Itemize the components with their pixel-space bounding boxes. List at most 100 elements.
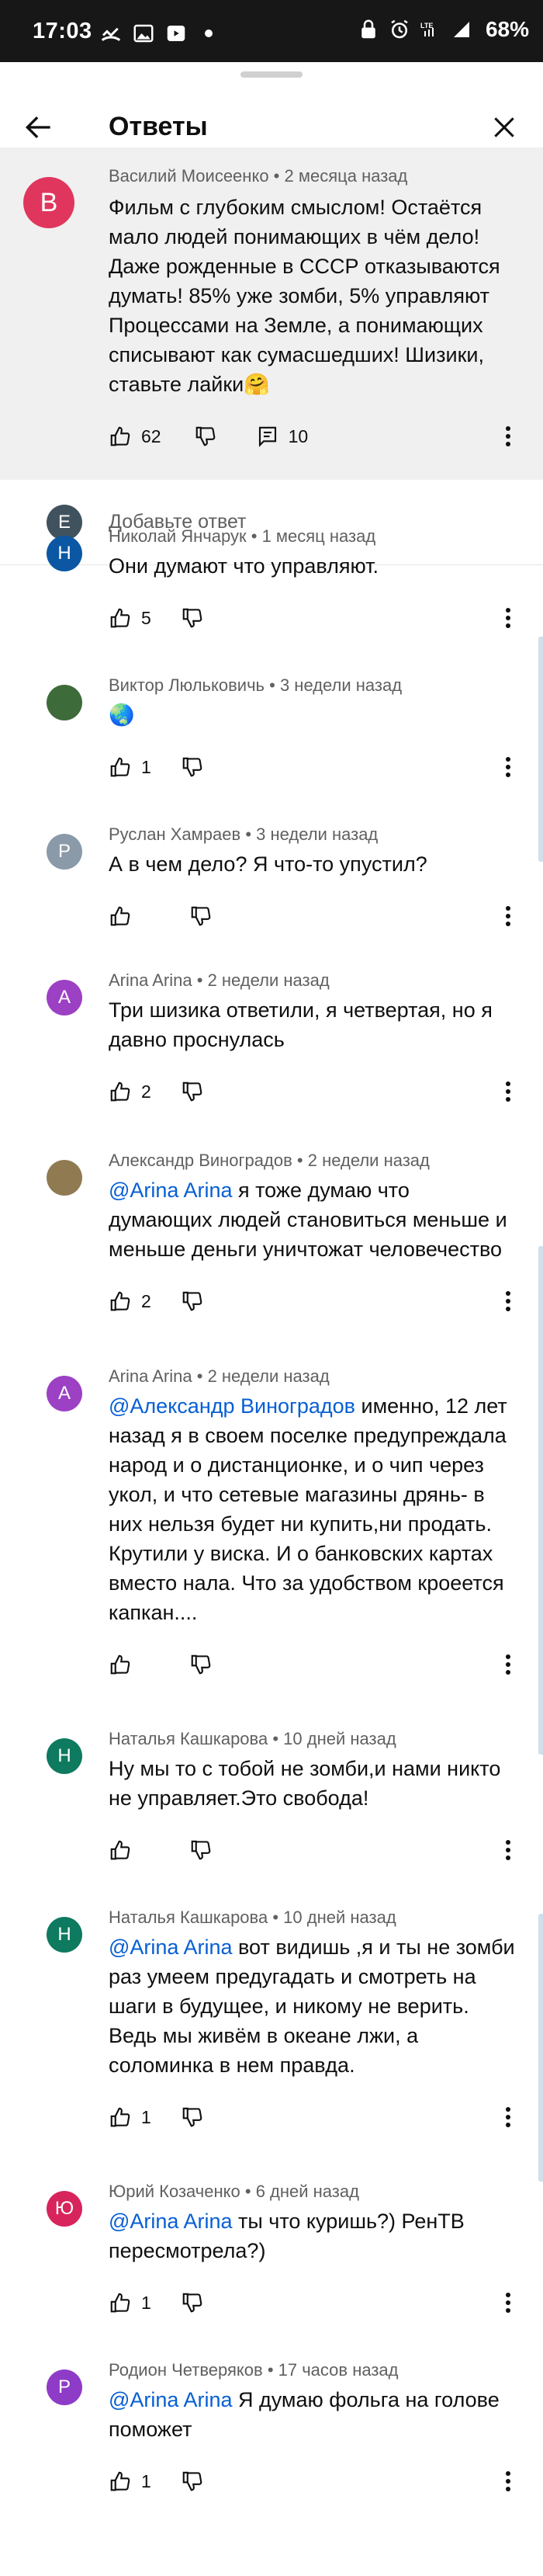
comment-body: А в чем дело? Я что-то упустил? bbox=[109, 852, 427, 876]
comment-author[interactable]: Юрий Козаченко bbox=[109, 2182, 240, 2201]
avatar[interactable]: Н bbox=[47, 1917, 82, 1953]
mention-link[interactable]: @Arina Arina bbox=[109, 1935, 232, 1959]
comment-meta: Arina Arina • 2 недели назад bbox=[109, 970, 330, 990]
status-bar: 17:03 LTE 68% bbox=[0, 0, 543, 62]
dislike-button[interactable] bbox=[181, 2470, 204, 2493]
like-button[interactable] bbox=[109, 904, 141, 928]
more-options-button[interactable] bbox=[496, 2466, 520, 2497]
comment-meta: Наталья Кашкарова • 10 дней назад bbox=[109, 1908, 396, 1927]
mention-link[interactable]: @Arina Arina bbox=[109, 2210, 232, 2233]
mention-link[interactable]: @Arina Arina bbox=[109, 1179, 232, 1202]
comment-author[interactable]: Родион Четверяков bbox=[109, 2360, 263, 2380]
comment-text: 🌏 bbox=[109, 700, 518, 730]
comment-author[interactable]: Наталья Кашкарова bbox=[109, 1908, 268, 1927]
like-button[interactable]: 62 bbox=[109, 425, 161, 448]
comment-author[interactable]: Arina Arina bbox=[109, 1366, 192, 1386]
dislike-button[interactable] bbox=[181, 755, 204, 779]
more-vertical-icon bbox=[506, 1291, 510, 1311]
thumbs-up-icon bbox=[110, 1291, 130, 1311]
avatar[interactable]: Р bbox=[47, 834, 82, 870]
more-options-button[interactable] bbox=[496, 2102, 520, 2133]
more-options-button[interactable] bbox=[496, 1076, 520, 1107]
reply-comment: Виктор Люльковичь • 3 недели назад 🌏 1 bbox=[0, 675, 543, 790]
like-button[interactable]: 2 bbox=[109, 1080, 151, 1103]
sheet-title: Ответы bbox=[109, 112, 208, 141]
comment-author[interactable]: Arina Arina bbox=[109, 970, 192, 990]
dislike-button[interactable] bbox=[181, 1080, 204, 1103]
avatar[interactable]: Н bbox=[47, 1738, 82, 1774]
dislike-button[interactable] bbox=[181, 2106, 204, 2129]
mention-link[interactable]: @Александр Виноградов bbox=[109, 1394, 355, 1418]
comment-text: @Александр Виноградов именно, 12 лет наз… bbox=[109, 1391, 518, 1627]
more-vertical-icon bbox=[506, 2293, 510, 2313]
comment-actions: 2 bbox=[109, 1076, 204, 1107]
avatar[interactable]: Н bbox=[47, 536, 82, 571]
more-options-button[interactable] bbox=[496, 752, 520, 783]
more-options-button[interactable] bbox=[496, 1835, 520, 1866]
scroll-indicator[interactable] bbox=[538, 1914, 543, 2182]
dislike-button[interactable] bbox=[181, 606, 204, 630]
like-button[interactable]: 2 bbox=[109, 1290, 151, 1313]
like-count: 5 bbox=[141, 607, 151, 628]
reply-count-button[interactable]: 10 bbox=[256, 425, 308, 448]
like-button[interactable]: 1 bbox=[109, 2106, 151, 2129]
more-options-button[interactable] bbox=[496, 602, 520, 634]
comment-actions bbox=[109, 1835, 213, 1866]
mention-link[interactable]: @Arina Arina bbox=[109, 2388, 232, 2411]
comment-text: Три шизика ответили, я четвертая, но я д… bbox=[109, 995, 518, 1054]
thumbs-up-icon bbox=[110, 1654, 130, 1675]
thumbs-up-icon bbox=[110, 906, 130, 926]
like-button[interactable] bbox=[109, 1838, 141, 1862]
comment-text: Фильм с глубоким смыслом! Остаётся мало … bbox=[109, 196, 500, 396]
comment-author[interactable]: Василий Моисеенко bbox=[109, 166, 269, 186]
close-button[interactable] bbox=[481, 104, 527, 151]
like-button[interactable]: 5 bbox=[109, 606, 151, 630]
sheet-drag-handle[interactable] bbox=[240, 71, 303, 78]
comment-time: 10 дней назад bbox=[283, 1908, 396, 1927]
comment-author[interactable]: Александр Виноградов bbox=[109, 1151, 292, 1170]
back-button[interactable] bbox=[16, 104, 62, 151]
dislike-button[interactable] bbox=[181, 2291, 204, 2314]
scroll-indicator[interactable] bbox=[538, 637, 543, 862]
comment-time: 6 дней назад bbox=[255, 2182, 359, 2201]
comment-author[interactable]: Николай Янчарук bbox=[109, 526, 247, 546]
thumbs-up-icon bbox=[110, 426, 130, 446]
avatar[interactable]: A bbox=[47, 1376, 82, 1411]
dislike-button[interactable] bbox=[189, 1838, 213, 1862]
comment-author[interactable]: Наталья Кашкарова bbox=[109, 1729, 268, 1748]
comment-time: 3 недели назад bbox=[279, 675, 403, 695]
avatar[interactable] bbox=[47, 685, 82, 720]
avatar[interactable] bbox=[47, 1160, 82, 1196]
dislike-button[interactable] bbox=[189, 904, 213, 928]
thumbs-down-icon bbox=[182, 2107, 202, 2127]
comment-author[interactable]: Руслан Хамраев bbox=[109, 825, 240, 844]
more-vertical-icon bbox=[506, 426, 510, 446]
comment-meta: Александр Виноградов • 2 недели назад bbox=[109, 1151, 430, 1170]
dislike-button[interactable] bbox=[189, 1653, 213, 1676]
dislike-button[interactable] bbox=[194, 425, 217, 448]
like-button[interactable]: 1 bbox=[109, 2470, 151, 2493]
avatar[interactable]: В bbox=[23, 177, 74, 228]
avatar[interactable]: Ю bbox=[47, 2191, 82, 2227]
more-options-button[interactable] bbox=[496, 1286, 520, 1317]
more-options-button[interactable] bbox=[496, 2287, 520, 2318]
more-options-button[interactable] bbox=[496, 901, 520, 932]
more-options-button[interactable] bbox=[496, 421, 520, 452]
comment-actions: 1 bbox=[109, 2287, 204, 2318]
avatar[interactable]: A bbox=[47, 980, 82, 1015]
scroll-indicator[interactable] bbox=[538, 1246, 543, 1755]
comment-body: Три шизика ответили, я четвертая, но я д… bbox=[109, 998, 493, 1051]
more-vertical-icon bbox=[506, 757, 510, 777]
like-count: 1 bbox=[141, 2292, 151, 2313]
more-options-button[interactable] bbox=[496, 1649, 520, 1680]
comment-body: 🌏 bbox=[109, 703, 135, 727]
comment-text: Ну мы то с тобой не зомби,и нами никто н… bbox=[109, 1754, 518, 1813]
avatar[interactable]: Р bbox=[47, 2369, 82, 2405]
thumbs-up-icon bbox=[110, 2471, 130, 2491]
like-button[interactable]: 1 bbox=[109, 755, 151, 779]
like-button[interactable]: 1 bbox=[109, 2291, 151, 2314]
like-button[interactable] bbox=[109, 1653, 141, 1676]
thumbs-down-icon bbox=[182, 757, 202, 777]
dislike-button[interactable] bbox=[181, 1290, 204, 1313]
comment-author[interactable]: Виктор Люльковичь bbox=[109, 675, 265, 695]
